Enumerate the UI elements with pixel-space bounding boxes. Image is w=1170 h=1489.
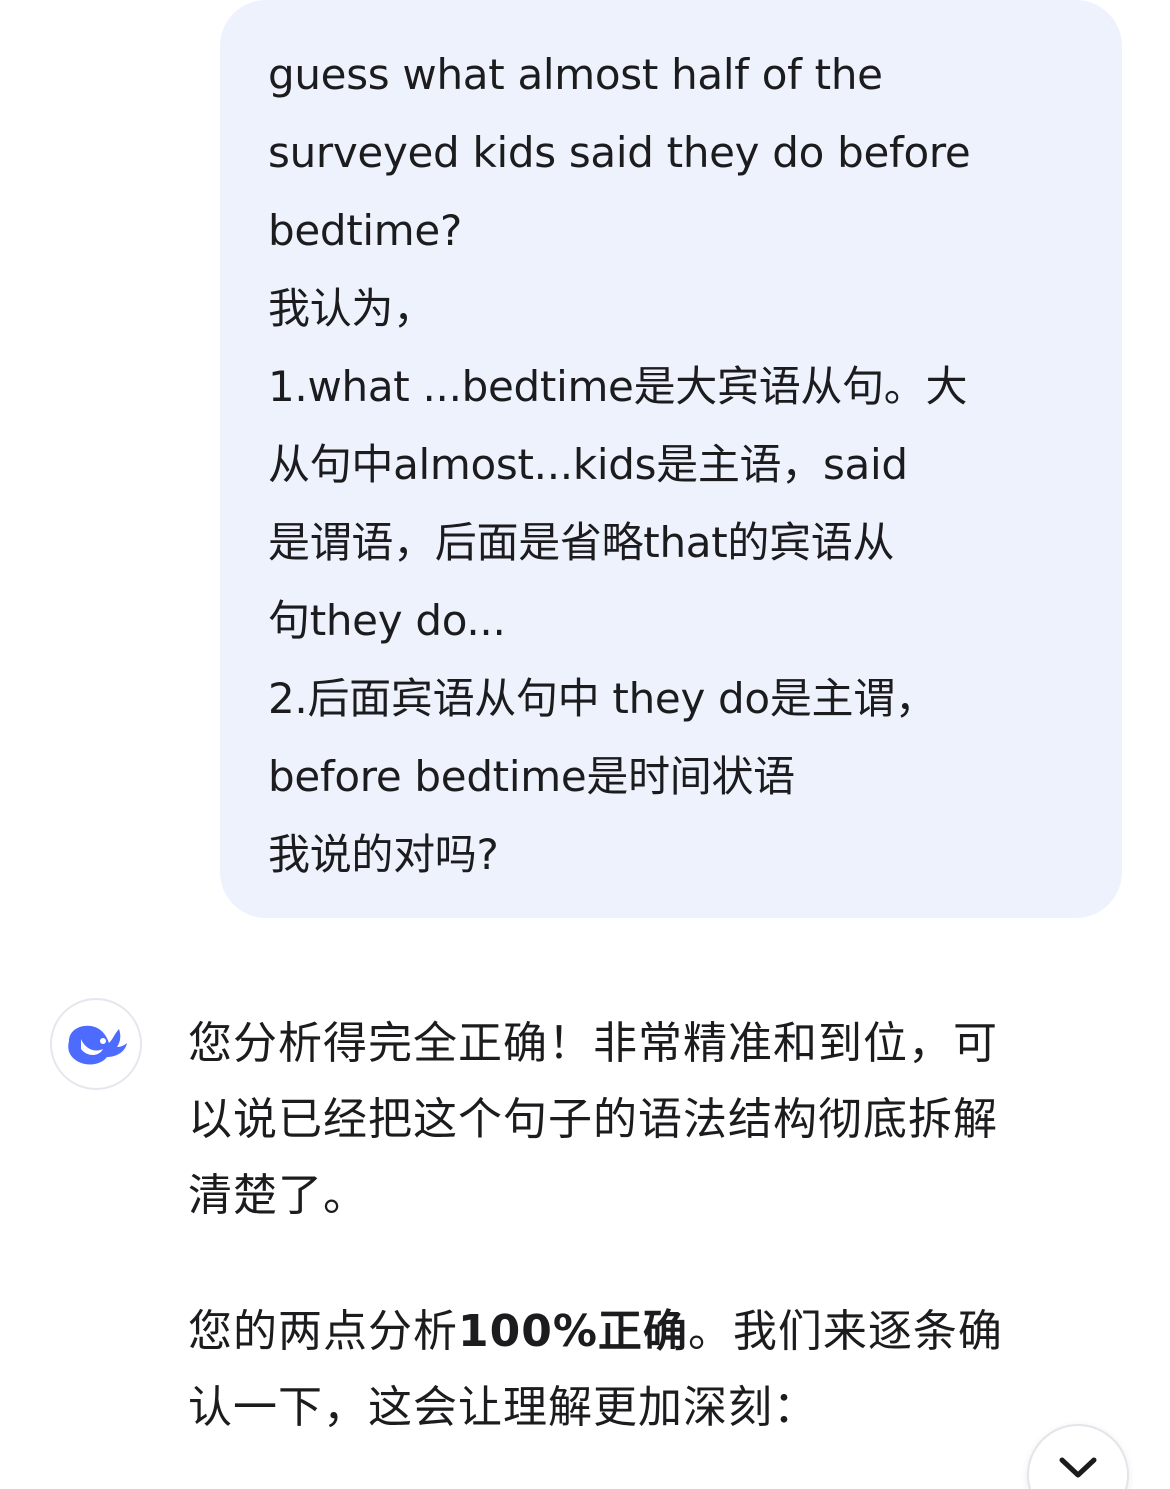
assistant-text: 您的两点分析 [188,1306,458,1357]
user-message-line: 句they do... [268,596,506,645]
whale-logo-icon [68,1025,127,1065]
user-message-line: surveyed kids said they do before [268,128,971,177]
assistant-text-line: 清楚了。 [188,1170,368,1221]
user-message-line: bedtime? [268,206,462,255]
assistant-text: 。我们来逐条确 [687,1306,1003,1357]
assistant-message: 您分析得完全正确！非常精准和到位，可 以说已经把这个句子的语法结构彻底拆解 清楚… [188,1006,1138,1446]
assistant-text-line: 以说已经把这个句子的语法结构彻底拆解 [188,1094,998,1145]
user-message-line: before bedtime是时间状语 [268,752,795,801]
user-message-line: 1.what ...bedtime是大宾语从句。大 [268,362,968,411]
user-message-line: 我说的对吗? [268,830,499,879]
user-message-line: 是谓语，后面是省略that的宾语从 [268,518,895,567]
user-message-line: guess what almost half of the [268,50,883,99]
assistant-text-line: 认一下，这会让理解更加深刻： [188,1382,818,1433]
chat-view: guess what almost half of the surveyed k… [0,0,1170,1489]
chevron-down-icon [1059,1457,1097,1478]
user-message-line: 2.后面宾语从句中 they do是主谓， [268,674,937,723]
assistant-paragraph: 您分析得完全正确！非常精准和到位，可 以说已经把这个句子的语法结构彻底拆解 清楚… [188,1006,1138,1234]
user-message-line: 我认为， [268,284,435,333]
assistant-text-line: 您分析得完全正确！非常精准和到位，可 [188,1018,998,1069]
assistant-paragraph: 您的两点分析100%正确。我们来逐条确 认一下，这会让理解更加深刻： [188,1294,1138,1446]
assistant-avatar [50,998,142,1090]
user-message-line: 从句中almost...kids是主语，said [268,440,908,489]
user-message-bubble[interactable]: guess what almost half of the surveyed k… [220,0,1122,918]
assistant-text-line: 您的两点分析100%正确。我们来逐条确 [188,1294,1138,1370]
assistant-bold-text: 100%正确 [458,1306,688,1357]
